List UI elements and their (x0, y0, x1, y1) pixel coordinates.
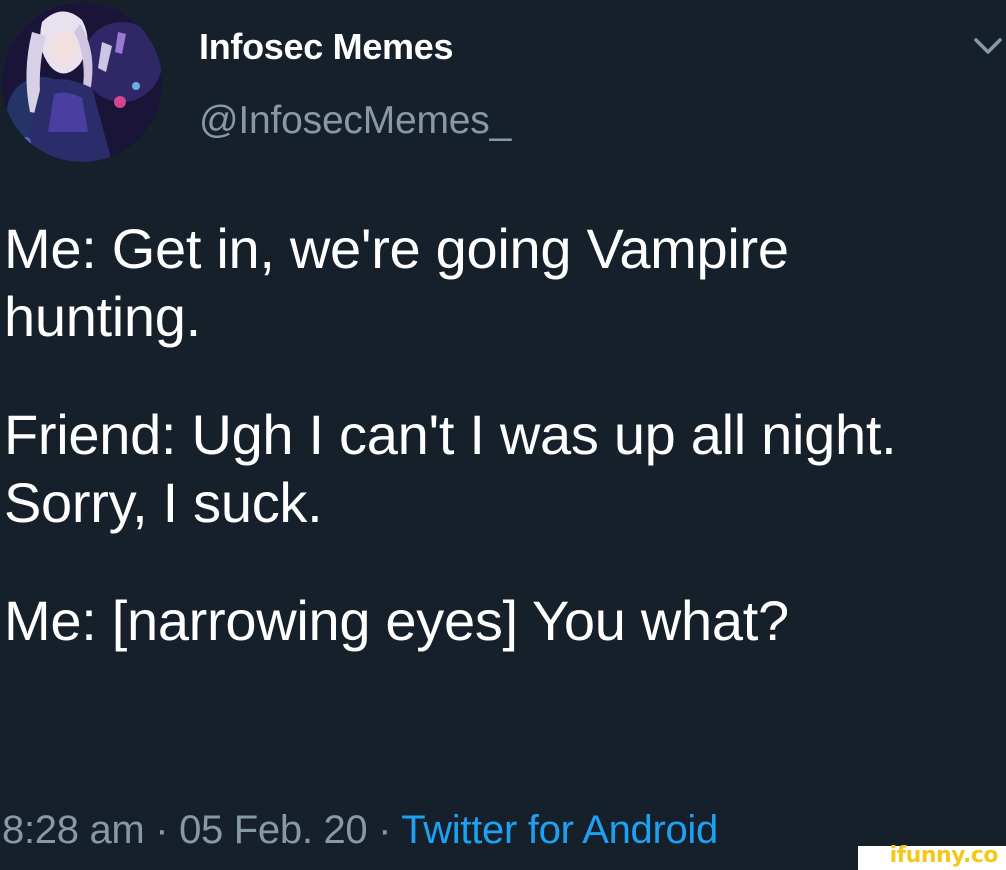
meta-separator: · (144, 808, 180, 852)
tweet-paragraph: Me: [narrowing eyes] You what? (4, 589, 789, 652)
chevron-down-icon (974, 38, 1002, 54)
meta-separator: · (367, 808, 402, 852)
user-handle[interactable]: @InfosecMemes_ (199, 99, 511, 143)
tweet-date[interactable]: 05 Feb. 20 (179, 808, 368, 852)
anime-character-avatar-icon (2, 2, 162, 162)
tweet-time[interactable]: 8:28 am (2, 808, 145, 852)
tweet-text: Me: Get in, we're going Vampire hunting.… (4, 215, 994, 655)
tweet-metadata: 8:28 am · 05 Feb. 20 · Twitter for Andro… (2, 808, 718, 853)
tweet-paragraph: Friend: Ugh I can't I was up all night. … (4, 403, 897, 534)
display-name[interactable]: Infosec Memes (199, 26, 454, 68)
avatar[interactable] (2, 2, 162, 162)
tweet-paragraph: Me: Get in, we're going Vampire hunting. (4, 217, 789, 348)
tweet-source-link[interactable]: Twitter for Android (401, 808, 718, 852)
ifunny-watermark: ifunny.co (889, 843, 999, 868)
tweet-menu-button[interactable] (970, 32, 1006, 60)
